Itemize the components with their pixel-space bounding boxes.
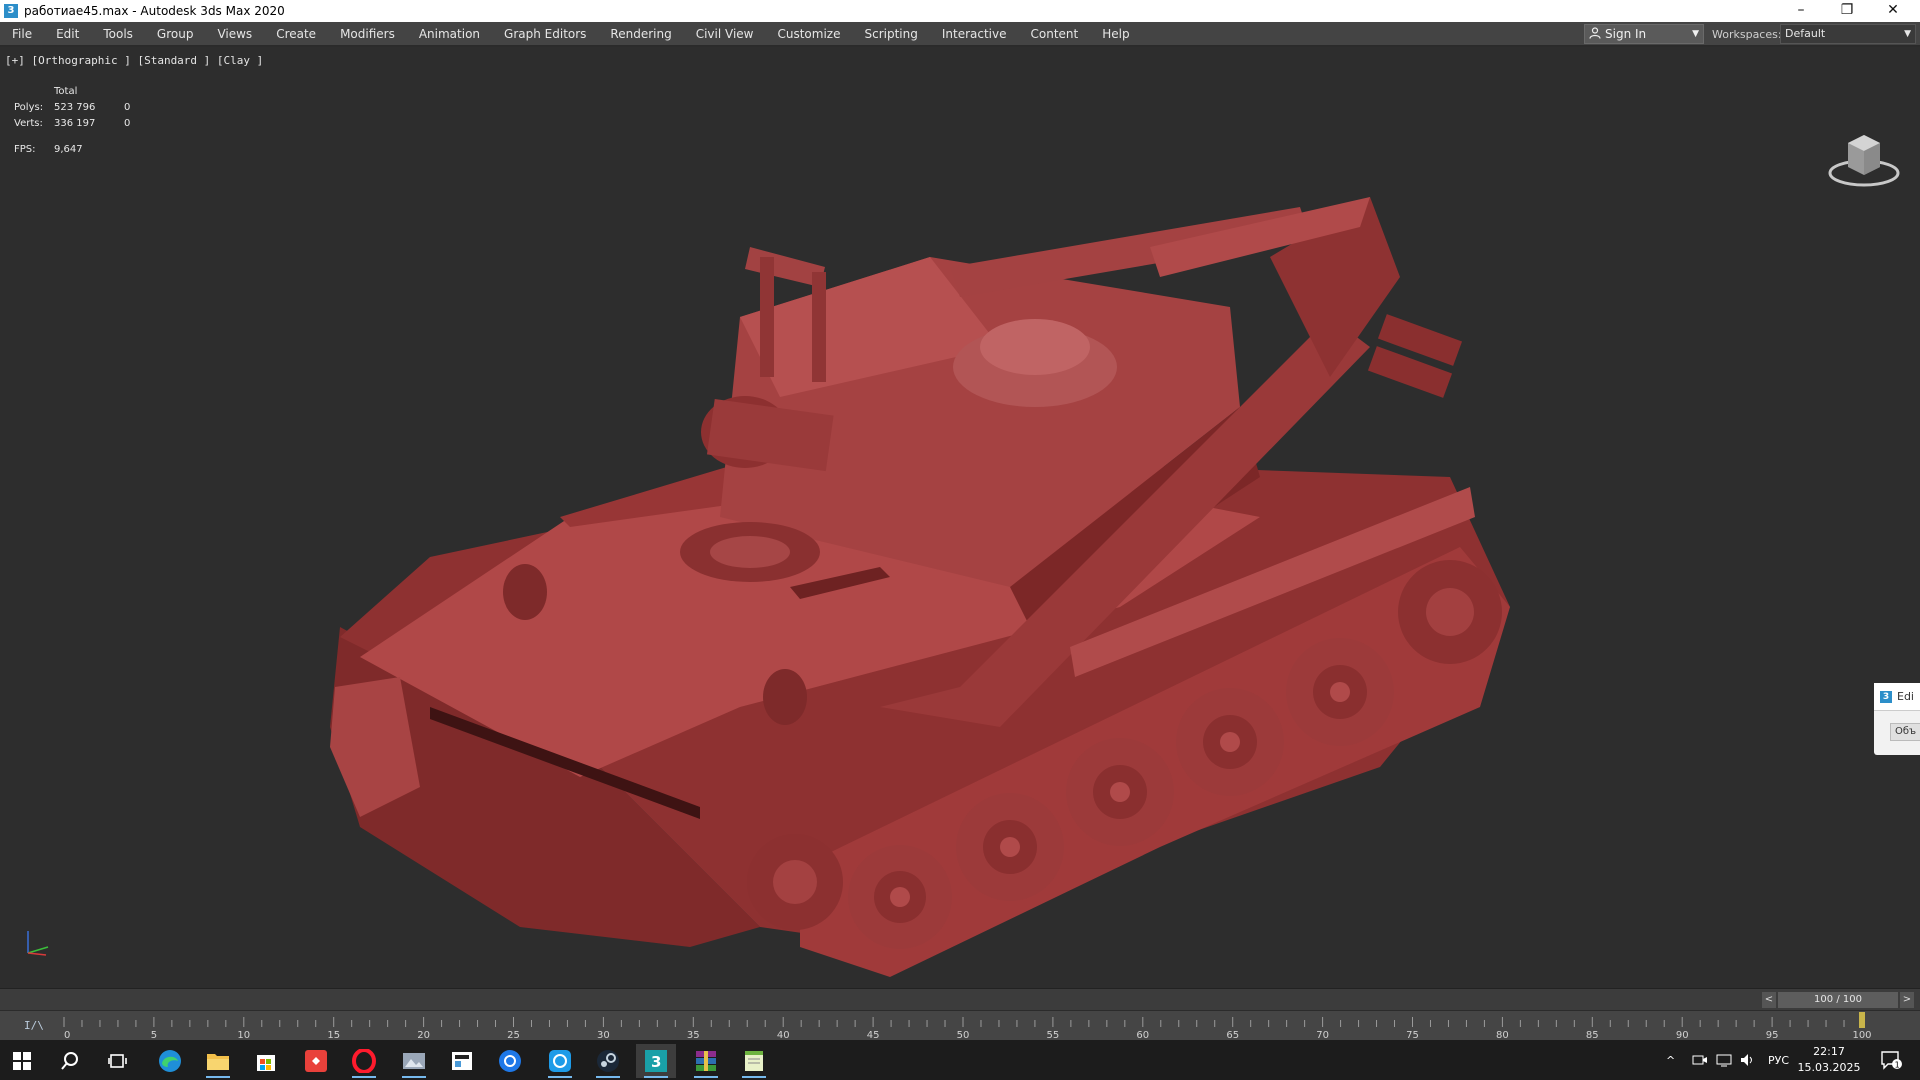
search-icon[interactable] bbox=[50, 1044, 90, 1078]
window-title: работиае45.max - Autodesk 3ds Max 2020 bbox=[24, 4, 285, 18]
windows-start-icon[interactable] bbox=[2, 1044, 42, 1078]
menu-file[interactable]: File bbox=[0, 22, 44, 46]
active-indicator bbox=[644, 1076, 668, 1078]
app-blue-icon[interactable] bbox=[490, 1044, 530, 1078]
popup-title: Edi bbox=[1897, 689, 1914, 703]
viewcube[interactable] bbox=[1826, 129, 1902, 193]
edge-icon[interactable] bbox=[150, 1044, 190, 1078]
menu-rendering[interactable]: Rendering bbox=[598, 22, 683, 46]
clock-time: 22:17 bbox=[1813, 1045, 1845, 1058]
svg-text:3: 3 bbox=[651, 1053, 661, 1071]
menu-modifiers[interactable]: Modifiers bbox=[328, 22, 407, 46]
close-button[interactable]: ✕ bbox=[1870, 0, 1916, 22]
active-indicator bbox=[352, 1076, 376, 1078]
3dsmax-app-icon: 3 bbox=[4, 4, 18, 18]
active-indicator bbox=[206, 1076, 230, 1078]
winrar-icon[interactable] bbox=[686, 1044, 726, 1078]
menu-edit[interactable]: Edit bbox=[44, 22, 91, 46]
menu-graph-editors[interactable]: Graph Editors bbox=[492, 22, 598, 46]
windows-taskbar: 3 ^ РУС 22:17 15.03.2025 1 bbox=[0, 1040, 1920, 1080]
trackbar[interactable]: I/\ 0 5 10 15 20 25 30 35 40 45 50 55 60 65 70 75 80 85 90… bbox=[0, 1010, 1920, 1041]
clock-date: 15.03.2025 bbox=[1797, 1061, 1861, 1074]
sign-in-dropdown[interactable]: Sign In ▼ bbox=[1584, 24, 1704, 44]
popup-button[interactable]: Объ bbox=[1890, 723, 1920, 741]
photos-icon[interactable] bbox=[394, 1044, 434, 1078]
workspaces-label: Workspaces: bbox=[1712, 28, 1782, 41]
axis-tripod bbox=[24, 927, 54, 961]
floating-edit-popup[interactable]: 3 Edi Объ bbox=[1874, 683, 1920, 755]
active-indicator bbox=[742, 1076, 766, 1078]
clock[interactable]: 22:17 15.03.2025 bbox=[1796, 1044, 1862, 1076]
menu-create[interactable]: Create bbox=[264, 22, 328, 46]
menu-interactive[interactable]: Interactive bbox=[930, 22, 1019, 46]
active-indicator bbox=[402, 1076, 426, 1078]
anydesk-icon[interactable] bbox=[296, 1044, 336, 1078]
menu-animation[interactable]: Animation bbox=[407, 22, 492, 46]
svg-text:1: 1 bbox=[1895, 1061, 1900, 1070]
3dsmax-icon[interactable]: 3 bbox=[636, 1044, 676, 1078]
menu-views[interactable]: Views bbox=[205, 22, 264, 46]
menu-civil-view[interactable]: Civil View bbox=[684, 22, 766, 46]
sign-in-label: Sign In bbox=[1605, 27, 1647, 41]
title-bar: 3 работиае45.max - Autodesk 3ds Max 2020… bbox=[0, 0, 1920, 22]
file-explorer-icon[interactable] bbox=[198, 1044, 238, 1078]
frame-ruler[interactable]: 0 5 10 15 20 25 30 35 40 45 50 55 60 65 70 75 80 85 90 95 10… bbox=[0, 1011, 1920, 1041]
current-frame-marker[interactable] bbox=[1859, 1012, 1865, 1028]
time-next-button[interactable]: > bbox=[1900, 992, 1914, 1008]
model-geometry bbox=[330, 197, 1510, 977]
task-view-icon[interactable] bbox=[98, 1044, 138, 1078]
active-indicator bbox=[694, 1076, 718, 1078]
chevron-down-icon: ▼ bbox=[1692, 29, 1699, 39]
time-slider[interactable]: 100 / 100 bbox=[1778, 992, 1898, 1008]
menu-help[interactable]: Help bbox=[1090, 22, 1141, 46]
minimize-button[interactable]: – bbox=[1778, 0, 1824, 22]
chevron-down-icon: ▼ bbox=[1904, 29, 1911, 39]
steam-icon[interactable] bbox=[588, 1044, 628, 1078]
network-icon[interactable] bbox=[1716, 1040, 1732, 1080]
qq-icon[interactable] bbox=[540, 1044, 580, 1078]
language-indicator[interactable]: РУС bbox=[1768, 1040, 1789, 1080]
perspective-viewport[interactable]: [+] [Orthographic ] [Standard ] [Clay ] … bbox=[0, 47, 1920, 988]
time-slider-bar: < 100 / 100 > bbox=[0, 988, 1920, 1010]
workspace-select[interactable]: Default ▼ bbox=[1780, 24, 1916, 44]
workspace-value: Default bbox=[1785, 27, 1826, 40]
3dsmax-icon: 3 bbox=[1880, 690, 1892, 703]
user-icon bbox=[1589, 26, 1601, 42]
news-icon[interactable] bbox=[442, 1044, 482, 1078]
active-indicator bbox=[548, 1076, 572, 1078]
menu-content[interactable]: Content bbox=[1019, 22, 1091, 46]
time-prev-button[interactable]: < bbox=[1762, 992, 1776, 1008]
menu-group[interactable]: Group bbox=[145, 22, 206, 46]
popup-header: 3 Edi bbox=[1874, 683, 1920, 711]
menu-customize[interactable]: Customize bbox=[765, 22, 852, 46]
restore-button[interactable]: ❐ bbox=[1824, 0, 1870, 22]
tray-overflow-chevron[interactable]: ^ bbox=[1666, 1040, 1675, 1080]
notepad-icon[interactable] bbox=[734, 1044, 774, 1078]
menu-tools[interactable]: Tools bbox=[91, 22, 145, 46]
volume-icon[interactable] bbox=[1740, 1040, 1756, 1080]
store-icon[interactable] bbox=[246, 1044, 286, 1078]
tank-model[interactable] bbox=[0, 47, 1920, 988]
active-indicator bbox=[596, 1076, 620, 1078]
opera-icon[interactable] bbox=[344, 1044, 384, 1078]
notifications-icon[interactable]: 1 bbox=[1880, 1040, 1902, 1080]
menu-scripting[interactable]: Scripting bbox=[852, 22, 929, 46]
meet-now-icon[interactable] bbox=[1692, 1040, 1708, 1080]
